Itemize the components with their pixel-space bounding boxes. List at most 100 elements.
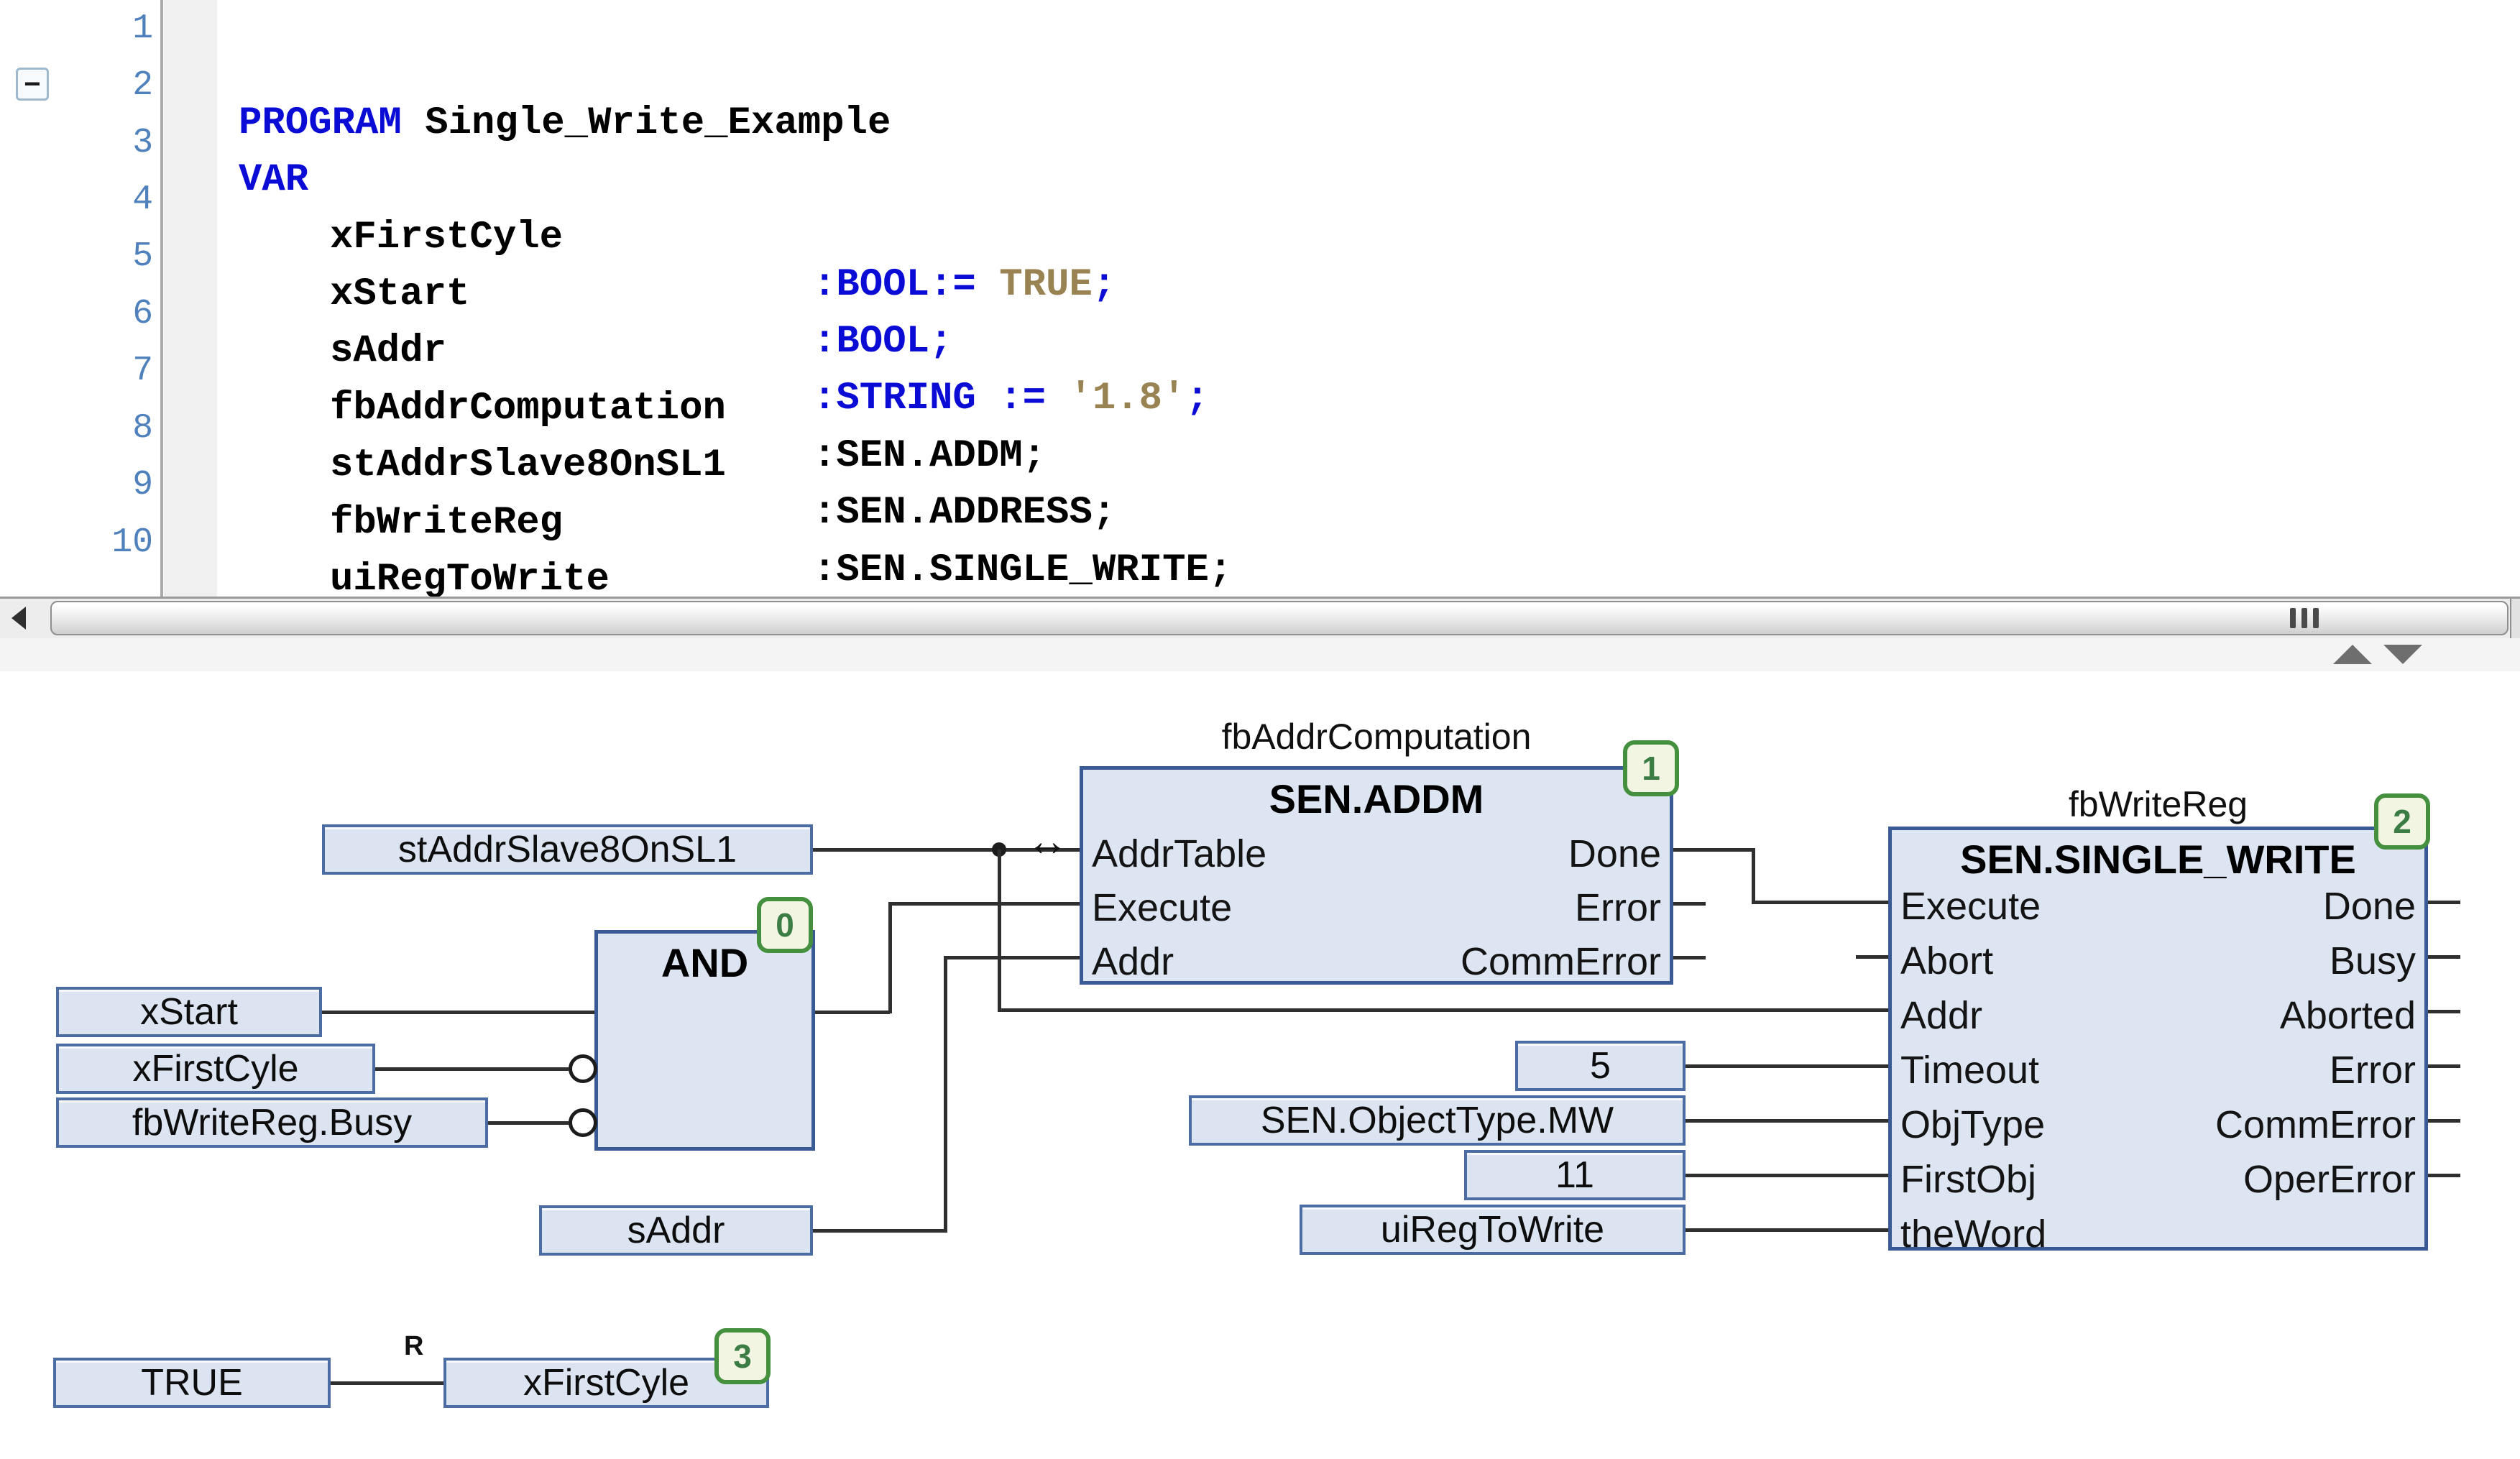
wire — [813, 1229, 947, 1233]
wire — [1686, 1119, 1888, 1123]
code-line-10[interactable]: 10 END_VAR — [0, 519, 2520, 566]
reset-modifier-label: R — [404, 1331, 423, 1362]
wire — [944, 956, 947, 1232]
pin-execute[interactable]: Execute — [1092, 885, 1232, 930]
write-type-name: SEN.SINGLE_WRITE — [1892, 836, 2424, 883]
wire — [488, 1121, 569, 1125]
pin-execute[interactable]: Execute — [1900, 884, 2041, 929]
wire-stub — [2428, 955, 2460, 959]
line-number: 3 — [0, 119, 153, 167]
pin-addr[interactable]: Addr — [1900, 993, 1982, 1038]
wire — [944, 956, 1080, 959]
operand-box-timeout-value[interactable]: 5 — [1515, 1041, 1686, 1091]
execution-order-badge: 2 — [2374, 793, 2430, 850]
wire-stub — [1856, 955, 1888, 959]
line-number: 2 — [0, 62, 153, 109]
wire-stub — [2428, 1064, 2460, 1068]
wire-stub — [2428, 1010, 2460, 1013]
addm-function-block[interactable]: SEN.ADDM AddrTable Execute Addr Done Err… — [1080, 766, 1673, 985]
pin-commerror[interactable]: CommError — [2215, 1103, 2416, 1147]
line-number: 10 — [0, 519, 153, 566]
code-line-4[interactable]: 4 xStart :BOOL; — [0, 176, 2520, 224]
negation-circle-icon[interactable] — [569, 1108, 597, 1137]
pin-done[interactable]: Done — [1568, 832, 1661, 876]
pin-commerror[interactable]: CommError — [1461, 939, 1661, 984]
operand-box-xstart[interactable]: xStart — [56, 987, 322, 1037]
line-number: 8 — [0, 405, 153, 452]
operand-box-saddr[interactable]: sAddr — [539, 1205, 813, 1256]
inout-pin-marker: ↔ — [1026, 821, 1068, 862]
pin-timeout[interactable]: Timeout — [1900, 1048, 2039, 1092]
operand-box-fbwritereg-busy[interactable]: fbWriteReg.Busy — [56, 1097, 488, 1148]
operand-box-xfirstcyle[interactable]: xFirstCyle — [56, 1044, 375, 1094]
operand-box-uiregtowrite[interactable]: uiRegToWrite — [1300, 1205, 1686, 1255]
operand-box-objtype[interactable]: SEN.ObjectType.MW — [1189, 1095, 1686, 1146]
pin-theword[interactable]: theWord — [1900, 1212, 2046, 1256]
line-number: 4 — [0, 176, 153, 224]
wire — [375, 1067, 569, 1071]
wire — [1686, 1064, 1888, 1068]
pin-error[interactable]: Error — [2330, 1048, 2416, 1092]
operand-box-firstobj-value[interactable]: 11 — [1464, 1150, 1686, 1200]
operand-box-true-const[interactable]: TRUE — [53, 1358, 331, 1408]
pin-addrtable[interactable]: AddrTable — [1092, 832, 1266, 876]
addm-type-name: SEN.ADDM — [1083, 775, 1670, 822]
code-line-8[interactable]: 8 fbWriteReg :SEN.SINGLE_WRITE; — [0, 405, 2520, 452]
operand-box-staddrslave[interactable]: stAddrSlave8OnSL1 — [322, 824, 813, 875]
wire — [1752, 901, 1888, 904]
code-line-9[interactable]: 9 uiRegToWrite :UINT; — [0, 461, 2520, 509]
code-line-1[interactable]: 1 PROGRAM Single_Write_Example — [0, 5, 2520, 52]
splitter-band[interactable] — [0, 638, 2520, 671]
wire — [1686, 1228, 1888, 1232]
and-function-block[interactable]: AND — [594, 930, 815, 1151]
line-number: 5 — [0, 233, 153, 280]
wire-stub — [1673, 902, 1706, 906]
splitter-grip-icon — [2301, 608, 2307, 628]
line-number: 7 — [0, 347, 153, 395]
single-write-function-block[interactable]: SEN.SINGLE_WRITE Execute Abort Addr Time… — [1888, 827, 2428, 1251]
pin-addr[interactable]: Addr — [1092, 939, 1174, 984]
wire — [1752, 848, 1755, 904]
scroll-left-arrow-icon[interactable] — [12, 607, 26, 630]
line-number: 6 — [0, 290, 153, 338]
wire — [1673, 848, 1755, 852]
wire-stub — [2428, 1119, 2460, 1123]
wire — [815, 1011, 890, 1014]
splitter-grip-icon — [2290, 608, 2296, 628]
pin-error[interactable]: Error — [1575, 885, 1661, 930]
wire-stub — [2428, 1174, 2460, 1177]
wire — [331, 1381, 443, 1385]
pin-objtype[interactable]: ObjType — [1900, 1103, 2045, 1147]
negation-circle-icon[interactable] — [569, 1054, 597, 1083]
scrollbar-right-cap — [2510, 599, 2520, 638]
execution-order-badge: 1 — [1623, 740, 1679, 796]
pin-aborted[interactable]: Aborted — [2280, 993, 2416, 1038]
pin-done[interactable]: Done — [2323, 884, 2416, 929]
wire — [888, 902, 1080, 906]
wire — [322, 1011, 594, 1014]
expand-pane-down-icon[interactable] — [2383, 645, 2422, 664]
wire-stub — [2428, 901, 2460, 904]
pin-firstobj[interactable]: FirstObj — [1900, 1157, 2036, 1202]
line-number: 9 — [0, 461, 153, 509]
line-number: 1 — [0, 5, 153, 52]
code-line-6[interactable]: 6 fbAddrComputation :SEN.ADDM; — [0, 290, 2520, 338]
code-line-7[interactable]: 7 stAddrSlave8OnSL1 :SEN.ADDRESS; — [0, 347, 2520, 395]
code-line-5[interactable]: 5 sAddr :STRING := '1.8'; — [0, 233, 2520, 280]
code-line-3[interactable]: 3 xFirstCyle :BOOL:= TRUE; — [0, 119, 2520, 167]
wire — [998, 1008, 1888, 1012]
pin-busy[interactable]: Busy — [2330, 939, 2416, 983]
execution-order-badge: 3 — [714, 1328, 771, 1384]
plc-editor-window: − 1 PROGRAM Single_Write_Example 2 VAR 3… — [0, 0, 2520, 1459]
execution-order-badge: 0 — [757, 897, 813, 953]
pin-abort[interactable]: Abort — [1900, 939, 1993, 983]
horizontal-scrollbar-thumb[interactable] — [50, 601, 2508, 635]
pin-opererror[interactable]: OperError — [2243, 1157, 2416, 1202]
addm-instance-name[interactable]: fbAddrComputation — [1080, 716, 1673, 758]
wire — [888, 902, 892, 1013]
wire — [998, 850, 1001, 1012]
write-instance-name[interactable]: fbWriteReg — [1888, 783, 2428, 825]
collapse-pane-up-icon[interactable] — [2333, 645, 2372, 664]
code-line-2[interactable]: 2 VAR — [0, 62, 2520, 109]
wire — [1686, 1174, 1888, 1177]
